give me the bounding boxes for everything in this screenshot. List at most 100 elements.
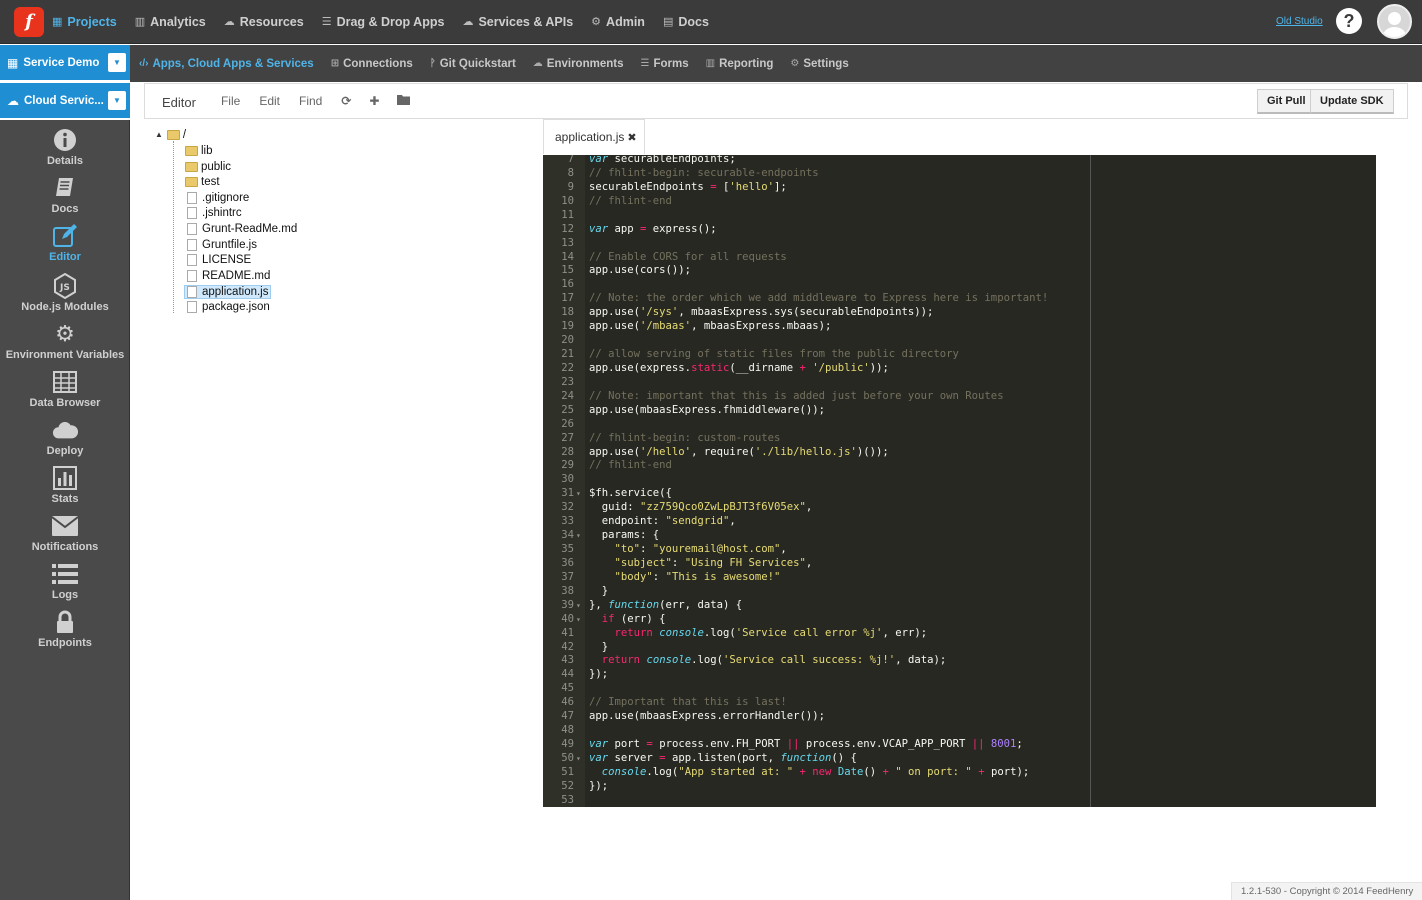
line-number: 25 — [561, 403, 574, 416]
topnav-resources[interactable]: ☁ Resources — [224, 15, 304, 29]
edit-menu[interactable]: Edit — [259, 94, 280, 108]
tree-folder[interactable]: test — [185, 174, 220, 189]
tree-file-selected[interactable]: application.js — [184, 284, 272, 299]
cloud-icon: ☁ — [223, 16, 235, 28]
help-icon[interactable]: ? — [1336, 8, 1362, 34]
code-line: app.use('/mbaas', mbaasExpress.mbaas); — [589, 320, 832, 333]
code-icon: ‹/› — [139, 58, 149, 69]
topnav-docs[interactable]: ▤ Docs — [663, 15, 709, 29]
feedhenry-logo[interactable]: f — [14, 6, 44, 37]
app-name: Cloud Servic... — [24, 94, 104, 107]
chevron-down-icon[interactable]: ▼ — [108, 53, 126, 72]
code-line: guid: "zz759Qco0ZwLpBJT3f6V05ex", — [589, 501, 813, 514]
line-number: 11 — [561, 208, 574, 221]
app-selector[interactable]: ☁ Cloud Servic... ▼ — [0, 83, 130, 118]
code-line: }); — [589, 668, 609, 681]
code-line: } — [589, 584, 609, 597]
line-number: 28 — [561, 445, 574, 458]
sidebar-item-endpoints[interactable]: Endpoints — [0, 609, 130, 657]
subnav-forms[interactable]: ☰ Forms — [640, 58, 688, 70]
code-line: // fhlint-begin: custom-routes — [589, 431, 781, 444]
subnav-settings[interactable]: ⚙ Settings — [790, 58, 848, 70]
sidebar-item-environment-variables[interactable]: ⚙ Environment Variables — [0, 321, 130, 369]
line-number: 22 — [561, 361, 574, 374]
sidebar-item-stats[interactable]: Stats — [0, 465, 130, 513]
tree-file[interactable]: .jshintrc — [187, 205, 242, 220]
plus-icon[interactable]: ✚ — [369, 94, 379, 108]
update-sdk-button[interactable]: Update SDK — [1310, 89, 1394, 114]
book-icon — [52, 175, 78, 201]
code-line: var app = express(); — [589, 222, 717, 235]
code-editor[interactable]: 7 8 9 10 11 12 13 14 15 16 17 18 19 20 21 22 23 24 25 26 27 2… — [543, 155, 1376, 807]
sidebar-item-docs[interactable]: Docs — [0, 175, 130, 223]
tree-folder[interactable]: public — [185, 159, 231, 174]
subnav-environments[interactable]: ☁ Environments — [533, 58, 624, 70]
line-number: 35 — [561, 543, 574, 556]
sidebar-item-details[interactable]: Details — [0, 127, 130, 175]
find-menu[interactable]: Find — [299, 94, 322, 108]
tree-file[interactable]: .gitignore — [187, 190, 249, 205]
old-studio-link[interactable]: Old Studio — [1276, 16, 1323, 27]
code-line: app.use(mbaasExpress.errorHandler()); — [589, 710, 825, 723]
code-line: // fhlint-end — [589, 459, 672, 472]
fold-toggle-icon[interactable]: ▾ — [576, 489, 581, 498]
line-number: 13 — [561, 236, 574, 249]
tree-file[interactable]: LICENSE — [187, 252, 251, 267]
code-line: if (err) { — [601, 612, 666, 625]
editor-tab-application-js[interactable]: application.js ✖ — [543, 119, 645, 154]
avatar[interactable] — [1377, 4, 1412, 39]
tree-file[interactable]: package.json — [187, 299, 270, 314]
sidebar-item-data-browser[interactable]: Data Browser — [0, 369, 130, 417]
topnav-services-apis[interactable]: ☁ Services & APIs — [462, 15, 573, 29]
sidebar-item-notifications[interactable]: Notifications — [0, 513, 130, 561]
subnav-connections[interactable]: ⊞ Connections — [331, 58, 413, 70]
line-number: 41 — [561, 626, 574, 639]
fold-toggle-icon[interactable]: ▾ — [576, 754, 581, 763]
refresh-icon[interactable]: ⟳ — [341, 94, 351, 108]
tree-file[interactable]: Gruntfile.js — [187, 237, 257, 252]
line-number: 46 — [561, 696, 574, 709]
subnav-git-quickstart[interactable]: ᚹ Git Quickstart — [430, 58, 516, 70]
subnav-apps-cloud-apps-services[interactable]: ‹/› Apps, Cloud Apps & Services — [139, 58, 314, 70]
topnav-projects[interactable]: ▦ Projects — [52, 15, 117, 29]
code-line: app.use(cors()); — [589, 264, 692, 277]
topnav-analytics[interactable]: ▥ Analytics — [135, 15, 206, 29]
sidebar-item-logs[interactable]: Logs — [0, 561, 130, 609]
project-selector[interactable]: ▦ Service Demo ▼ — [0, 45, 130, 80]
close-icon[interactable]: ✖ — [627, 131, 636, 144]
git-pull-button[interactable]: Git Pull — [1257, 89, 1316, 114]
sidebar-item-nodejs-modules[interactable]: JS Node.js Modules — [0, 273, 130, 321]
tree-folder[interactable]: lib — [185, 143, 213, 158]
chart-icon: ▥ — [134, 16, 146, 28]
code-line: return console.log('Service call success… — [601, 654, 947, 667]
folder-icon — [166, 129, 180, 140]
tree-file[interactable]: Grunt-ReadMe.md — [187, 221, 297, 236]
tree-file[interactable]: README.md — [187, 268, 270, 283]
editor-toolbar: Editor File Edit Find ⟳ ✚ Git Pull Updat… — [144, 83, 1408, 119]
line-number: 7 — [567, 155, 574, 165]
code-line: // fhlint-end — [589, 194, 672, 207]
fold-toggle-icon[interactable]: ▾ — [576, 615, 581, 624]
fold-toggle-icon[interactable]: ▾ — [576, 531, 581, 540]
code-line: app.use('/hello', require('./lib/hello.j… — [589, 445, 889, 458]
gears-icon: ⚙ — [55, 321, 75, 346]
chevron-down-icon[interactable]: ▼ — [108, 91, 126, 110]
folder-icon[interactable] — [397, 94, 411, 108]
fold-toggle-icon[interactable]: ▾ — [576, 601, 581, 610]
code-line: app.use('/sys', mbaasExpress.sys(securab… — [589, 306, 934, 319]
tree-root[interactable]: ▲ / — [155, 127, 186, 142]
collapse-toggle-icon[interactable]: ▲ — [155, 130, 163, 139]
topnav-admin[interactable]: ⚙ Admin — [591, 15, 645, 29]
folder-icon — [185, 145, 198, 156]
sidebar-item-editor[interactable]: Editor — [0, 223, 130, 271]
file-menu[interactable]: File — [221, 94, 240, 108]
topnav-drag-drop-apps[interactable]: ☰ Drag & Drop Apps — [322, 15, 445, 29]
sidebar-item-deploy[interactable]: Deploy — [0, 417, 130, 465]
cloud-icon — [52, 417, 78, 443]
subnav-reporting[interactable]: ▥ Reporting — [706, 58, 774, 70]
line-number: 51 — [561, 765, 574, 778]
line-number: 44 — [561, 668, 574, 681]
line-number: 24 — [561, 389, 574, 402]
code-line: "to": "youremail@host.com", — [614, 543, 787, 556]
line-number: 50 — [561, 751, 574, 764]
